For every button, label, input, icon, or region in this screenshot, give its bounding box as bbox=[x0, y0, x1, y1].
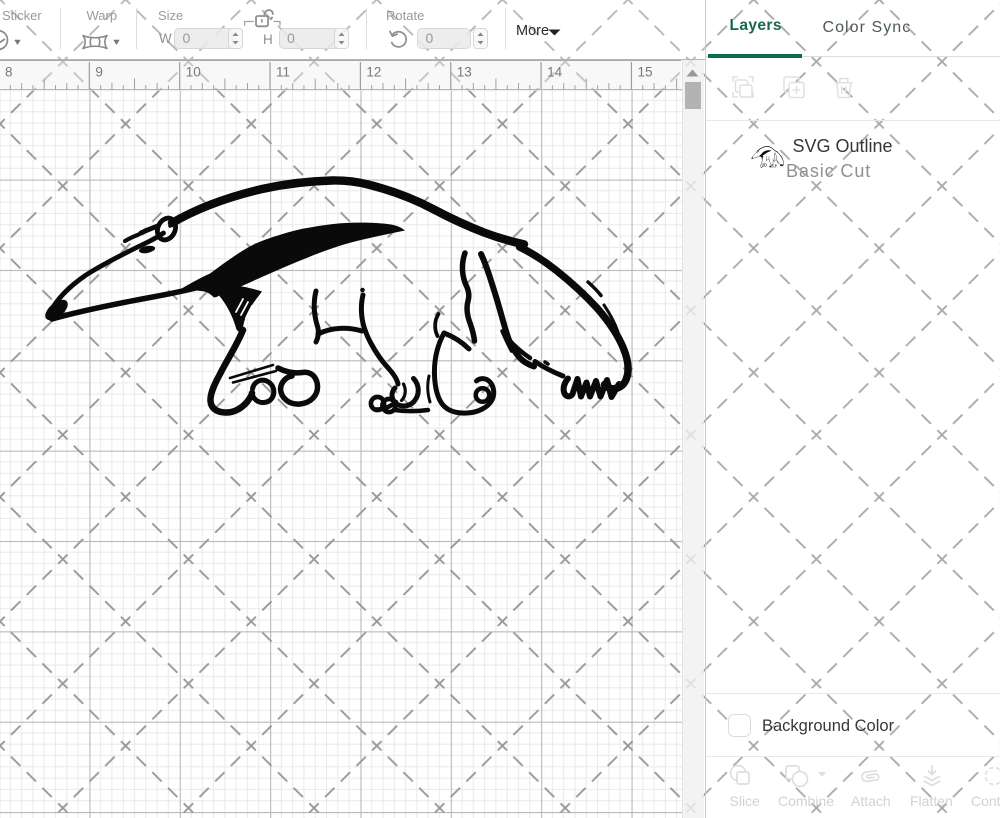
svg-text:14: 14 bbox=[547, 64, 563, 79]
svg-text:8: 8 bbox=[5, 64, 13, 79]
svg-text:15: 15 bbox=[637, 64, 652, 79]
svg-text:13: 13 bbox=[457, 64, 472, 79]
svg-text:Attach: Attach bbox=[851, 793, 891, 809]
svg-text:Combine: Combine bbox=[778, 793, 834, 809]
svg-text:11: 11 bbox=[276, 64, 290, 79]
svg-text:Conto: Conto bbox=[971, 793, 1000, 809]
svg-text:Slice: Slice bbox=[729, 793, 760, 809]
svg-text:9: 9 bbox=[95, 64, 103, 79]
svg-text:12: 12 bbox=[366, 64, 381, 79]
svg-text:10: 10 bbox=[186, 64, 201, 79]
svg-text:Flatten: Flatten bbox=[910, 793, 953, 809]
